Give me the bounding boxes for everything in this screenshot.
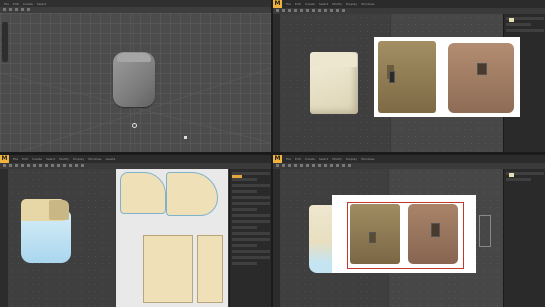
menu-item[interactable]: Display <box>346 157 357 161</box>
pattern-piece-front[interactable] <box>143 235 193 303</box>
menu-item[interactable]: Modify <box>332 157 342 161</box>
reference-tab[interactable] <box>509 173 514 177</box>
buckle-icon <box>369 232 376 243</box>
app-logo[interactable]: M <box>273 155 282 163</box>
menu-item[interactable]: Windows <box>361 157 374 161</box>
quadrant-top-left: File Edit Create Select <box>0 0 271 152</box>
menu-item[interactable]: File <box>286 2 291 6</box>
3d-cursor-icon <box>132 123 137 128</box>
menu-item[interactable]: Edit <box>295 2 301 6</box>
quadrant-bottom-left: M File Edit Create Select Modify Display… <box>0 155 271 307</box>
menu-item[interactable]: Select <box>46 157 55 161</box>
menu-item[interactable]: Edit <box>22 157 28 161</box>
reference-pouch-tan <box>448 43 514 113</box>
left-toolstrip <box>273 169 280 307</box>
menu-bar: M File Edit Create Select Modify Display… <box>273 0 545 8</box>
menu-item[interactable]: Edit <box>295 157 301 161</box>
quadrant-bottom-right: M File Edit Create Select Modify Display… <box>273 155 545 307</box>
menu-item[interactable]: Create <box>305 157 315 161</box>
menu-item[interactable]: Modify <box>59 157 69 161</box>
menu-item[interactable]: Create <box>32 157 42 161</box>
model-lid <box>117 53 151 62</box>
menu-item[interactable]: Select <box>319 157 328 161</box>
menu-item[interactable]: Windows <box>88 157 101 161</box>
menu-item[interactable]: Modify <box>332 2 342 6</box>
menu-item[interactable]: Select <box>319 2 328 6</box>
menu-item[interactable]: Create <box>23 2 33 6</box>
cloth-flap <box>311 53 357 67</box>
app-logo[interactable]: M <box>273 0 282 8</box>
menu-item[interactable]: File <box>13 157 18 161</box>
reference-photo-card[interactable] <box>332 195 476 273</box>
menu-bar: M File Edit Create Select Modify Display… <box>0 155 271 163</box>
menu-item[interactable]: Windows <box>361 2 374 6</box>
buckle-icon <box>389 71 395 83</box>
menu-item[interactable]: Select <box>37 2 46 6</box>
menu-item[interactable]: Display <box>73 157 84 161</box>
menu-item[interactable]: Edit <box>13 2 19 6</box>
reference-photo-card[interactable] <box>374 37 520 117</box>
garment-lid-shadow <box>49 200 69 220</box>
pattern-piece-side[interactable] <box>197 235 223 303</box>
origin-icon <box>184 136 187 139</box>
pattern-outline <box>479 215 491 247</box>
menu-bar: M File Edit Create Select Modify Display… <box>273 155 545 163</box>
property-editor-panel <box>229 169 271 307</box>
menu-item[interactable]: Assets <box>106 157 116 161</box>
quadrant-top-right: M File Edit Create Select Modify Display… <box>273 0 545 152</box>
left-toolstrip <box>0 169 8 307</box>
reference-tab[interactable] <box>509 18 514 22</box>
left-toolstrip <box>273 14 280 152</box>
pattern-piece-curved-left[interactable] <box>120 172 166 214</box>
menu-item[interactable]: File <box>286 157 291 161</box>
menu-item[interactable]: File <box>4 2 9 6</box>
panel-accent-bar <box>232 175 242 178</box>
app-logo[interactable]: M <box>0 155 9 163</box>
buckle-icon <box>431 223 440 237</box>
menu-bar: File Edit Create Select <box>0 0 271 7</box>
property-panel <box>503 169 545 307</box>
menu-item[interactable]: Display <box>346 2 357 6</box>
menu-item[interactable]: Create <box>305 2 315 6</box>
buckle-icon <box>477 63 487 75</box>
